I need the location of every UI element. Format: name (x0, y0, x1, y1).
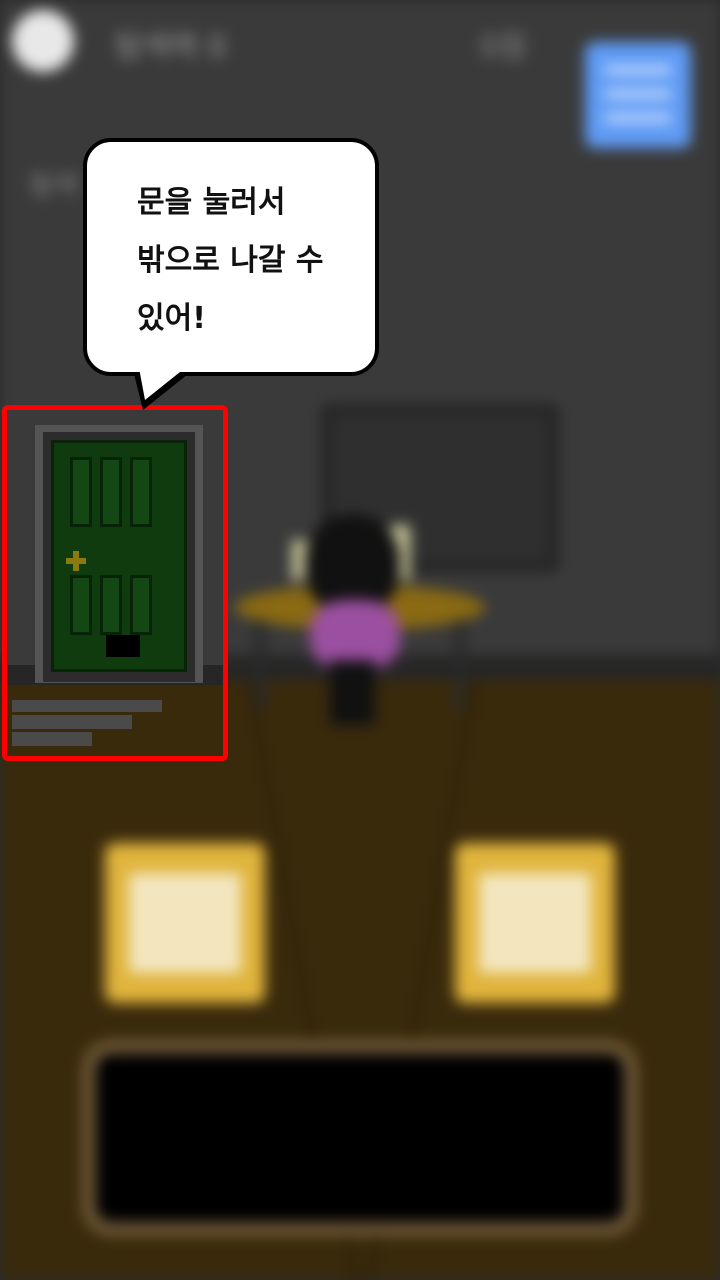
hint-speech-bubble: 문을 눌러서 밖으로 나갈 수 있어! (83, 138, 379, 376)
hint-text: 문을 눌러서 밖으로 나갈 수 있어! (137, 185, 324, 336)
side-label: 탐색 (30, 171, 78, 201)
left-envelope-button[interactable] (105, 843, 265, 1003)
exploration-stat: 탐색력 0 (115, 30, 227, 65)
envelope-icon (479, 873, 591, 973)
profile-avatar[interactable] (12, 10, 74, 72)
score-counter: 0점 (480, 30, 527, 65)
door-mail-slot (106, 635, 140, 657)
envelope-icon (129, 873, 241, 973)
inventory-box[interactable] (82, 1040, 638, 1236)
list-icon[interactable] (585, 42, 691, 148)
door-step (12, 700, 162, 712)
right-envelope-button[interactable] (455, 843, 615, 1003)
exit-door[interactable] (51, 440, 187, 672)
student-legs (330, 660, 375, 725)
door-highlight-frame[interactable] (2, 405, 228, 761)
door-knob-icon (66, 551, 86, 571)
